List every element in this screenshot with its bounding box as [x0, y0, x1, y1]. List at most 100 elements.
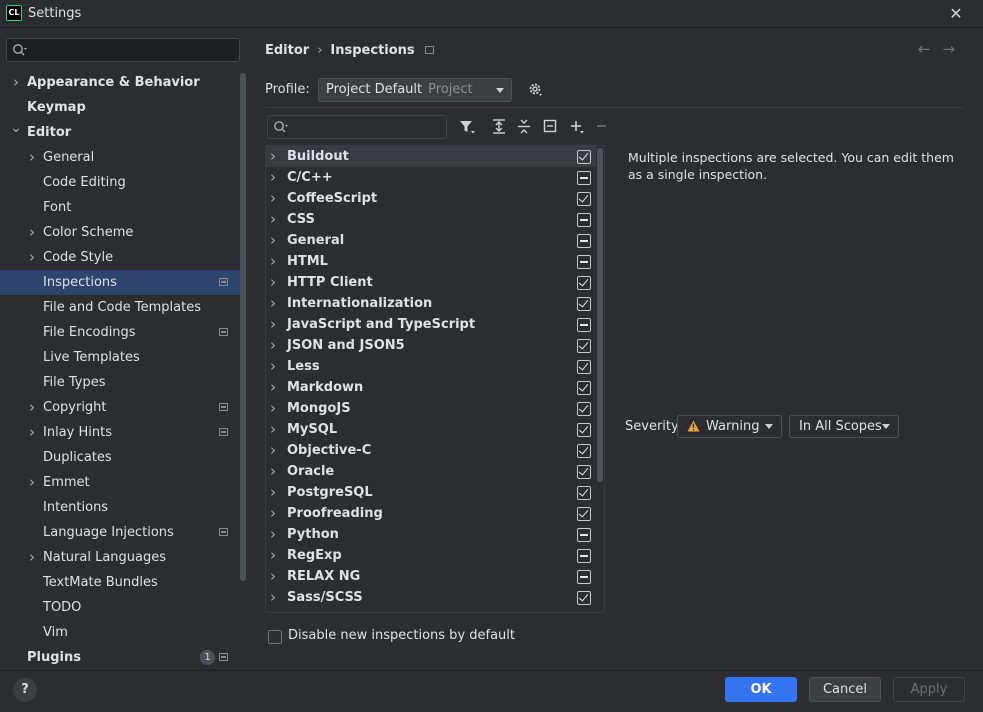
inspection-group-checkbox[interactable]	[577, 213, 591, 227]
chevron-down-icon[interactable]: ⌄	[10, 116, 22, 141]
inspection-group-row[interactable]: › JSON and JSON5	[266, 335, 596, 356]
chevron-right-icon[interactable]: ›	[270, 293, 276, 314]
chevron-right-icon[interactable]: ›	[26, 420, 38, 445]
sidebar-item-appearance-behavior[interactable]: › Appearance & Behavior	[0, 70, 240, 95]
inspections-scrollbar[interactable]	[597, 148, 603, 482]
inspection-group-checkbox[interactable]	[577, 150, 591, 164]
sidebar-item-plugins[interactable]: Plugins 1	[0, 645, 240, 670]
inspection-group-checkbox[interactable]	[577, 192, 591, 206]
inspection-group-row[interactable]: › RegExp	[266, 545, 596, 566]
inspection-group-row[interactable]: › General	[266, 230, 596, 251]
sidebar-item-inlay-hints[interactable]: › Inlay Hints	[0, 420, 240, 445]
chevron-right-icon[interactable]: ›	[270, 503, 276, 524]
chevron-right-icon[interactable]: ›	[270, 251, 276, 272]
sidebar-item-live-templates[interactable]: Live Templates	[0, 345, 240, 370]
chevron-right-icon[interactable]: ›	[270, 566, 276, 587]
sidebar-item-emmet[interactable]: › Emmet	[0, 470, 240, 495]
sidebar-item-file-and-code-templates[interactable]: File and Code Templates	[0, 295, 240, 320]
inspection-group-row[interactable]: › MongoJS	[266, 398, 596, 419]
sidebar-item-textmate-bundles[interactable]: TextMate Bundles	[0, 570, 240, 595]
chevron-right-icon[interactable]: ›	[270, 419, 276, 440]
inspection-group-row[interactable]: › Internationalization	[266, 293, 596, 314]
inspection-group-row[interactable]: › Less	[266, 356, 596, 377]
inspection-group-checkbox[interactable]	[577, 591, 591, 605]
reset-icon[interactable]	[541, 117, 561, 137]
chevron-right-icon[interactable]: ›	[270, 398, 276, 419]
inspection-group-row[interactable]: › RELAX NG	[266, 566, 596, 587]
chevron-right-icon[interactable]: ›	[270, 461, 276, 482]
scope-select[interactable]: In All Scopes	[789, 415, 899, 438]
inspection-group-checkbox[interactable]	[577, 486, 591, 500]
chevron-right-icon[interactable]: ›	[26, 395, 38, 420]
ok-button[interactable]: OK	[725, 677, 797, 702]
inspections-search-input[interactable]	[267, 115, 447, 139]
disable-new-inspections-label[interactable]: Disable new inspections by default	[288, 628, 515, 643]
chevron-right-icon[interactable]: ›	[26, 245, 38, 270]
sidebar-item-font[interactable]: Font	[0, 195, 240, 220]
sidebar-item-keymap[interactable]: Keymap	[0, 95, 240, 120]
chevron-right-icon[interactable]: ›	[270, 545, 276, 566]
sidebar-item-color-scheme[interactable]: › Color Scheme	[0, 220, 240, 245]
inspection-group-checkbox[interactable]	[577, 507, 591, 521]
inspection-group-row[interactable]: › Objective-C	[266, 440, 596, 461]
collapse-all-icon[interactable]	[515, 117, 535, 137]
inspection-group-checkbox[interactable]	[577, 528, 591, 542]
inspection-group-checkbox[interactable]	[577, 297, 591, 311]
chevron-right-icon[interactable]: ›	[26, 220, 38, 245]
forward-arrow-icon[interactable]: →	[942, 40, 967, 58]
inspection-group-checkbox[interactable]	[577, 402, 591, 416]
inspection-group-row[interactable]: › CoffeeScript	[266, 188, 596, 209]
sidebar-item-duplicates[interactable]: Duplicates	[0, 445, 240, 470]
chevron-right-icon[interactable]: ›	[270, 146, 276, 167]
chevron-right-icon[interactable]: ›	[270, 314, 276, 335]
chevron-right-icon[interactable]: ›	[270, 335, 276, 356]
inspection-group-row[interactable]: › Proofreading	[266, 503, 596, 524]
breadcrumb-parent[interactable]: Editor	[265, 43, 309, 58]
chevron-right-icon[interactable]: ›	[270, 377, 276, 398]
chevron-right-icon[interactable]: ›	[26, 545, 38, 570]
inspection-group-row[interactable]: › Buildout	[266, 146, 596, 167]
inspection-group-checkbox[interactable]	[577, 234, 591, 248]
chevron-right-icon[interactable]: ›	[26, 145, 38, 170]
inspection-group-checkbox[interactable]	[577, 318, 591, 332]
inspection-group-checkbox[interactable]	[577, 360, 591, 374]
chevron-right-icon[interactable]: ›	[270, 209, 276, 230]
sidebar-item-copyright[interactable]: › Copyright	[0, 395, 240, 420]
help-button[interactable]: ?	[13, 678, 37, 702]
inspection-group-checkbox[interactable]	[577, 276, 591, 290]
chevron-right-icon[interactable]: ›	[270, 167, 276, 188]
sidebar-item-todo[interactable]: TODO	[0, 595, 240, 620]
cancel-button[interactable]: Cancel	[809, 677, 881, 702]
inspection-group-checkbox[interactable]	[577, 465, 591, 479]
chevron-right-icon[interactable]: ›	[270, 587, 276, 608]
sidebar-item-file-types[interactable]: File Types	[0, 370, 240, 395]
sidebar-item-language-injections[interactable]: Language Injections	[0, 520, 240, 545]
sidebar-item-inspections[interactable]: Inspections	[0, 270, 240, 295]
apply-button[interactable]: Apply	[893, 677, 965, 702]
chevron-right-icon[interactable]: ›	[26, 470, 38, 495]
profile-select[interactable]: Project Default Project	[318, 78, 512, 102]
inspection-group-row[interactable]: › HTML	[266, 251, 596, 272]
inspection-group-row[interactable]: › Markdown	[266, 377, 596, 398]
inspection-group-checkbox[interactable]	[577, 423, 591, 437]
inspection-group-checkbox[interactable]	[577, 444, 591, 458]
inspection-group-row[interactable]: › Python	[266, 524, 596, 545]
inspection-group-checkbox[interactable]	[577, 381, 591, 395]
inspection-group-row[interactable]: › MySQL	[266, 419, 596, 440]
inspection-group-checkbox[interactable]	[577, 171, 591, 185]
severity-select[interactable]: Warning	[677, 415, 782, 438]
chevron-right-icon[interactable]: ›	[270, 482, 276, 503]
inspection-group-row[interactable]: › CSS	[266, 209, 596, 230]
inspection-group-checkbox[interactable]	[577, 255, 591, 269]
remove-icon[interactable]	[593, 117, 613, 137]
close-icon[interactable]: ✕	[945, 3, 967, 25]
inspection-group-row[interactable]: › HTTP Client	[266, 272, 596, 293]
sidebar-item-intentions[interactable]: Intentions	[0, 495, 240, 520]
gear-icon[interactable]	[527, 81, 543, 97]
add-icon[interactable]	[568, 117, 588, 137]
chevron-right-icon[interactable]: ›	[270, 356, 276, 377]
inspection-group-row[interactable]: › Sass/SCSS	[266, 587, 596, 608]
sidebar-search-input[interactable]	[6, 38, 240, 62]
chevron-right-icon[interactable]: ›	[270, 272, 276, 293]
inspection-group-row[interactable]: › C/C++	[266, 167, 596, 188]
